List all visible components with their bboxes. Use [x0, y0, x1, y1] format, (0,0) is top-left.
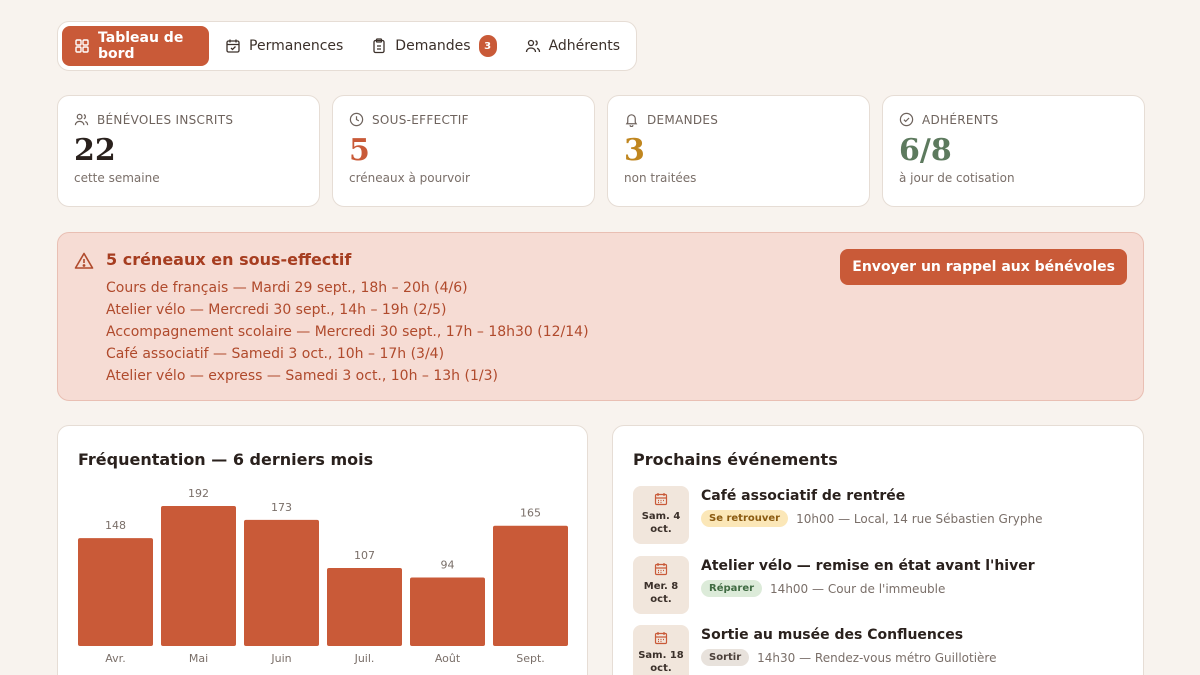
chart-category-label: Juin — [270, 652, 291, 665]
stat-label: DEMANDES — [647, 112, 719, 127]
event-item[interactable]: Mer. 8 oct. Atelier vélo — remise en éta… — [633, 556, 1133, 614]
event-day: Sam. 4 — [641, 511, 681, 522]
check-circle-icon — [899, 112, 914, 127]
stat-subtext: cette semaine — [74, 171, 160, 185]
upcoming-events-panel: Prochains événements Sam. 4 oct. Café as… — [612, 425, 1144, 675]
chart-data-label: 148 — [105, 519, 126, 532]
alert-item: Atelier vélo — express — Samedi 3 oct., … — [106, 368, 498, 384]
tab-label: Permanences — [249, 38, 344, 54]
alert-item: Café associatif — Samedi 3 oct., 10h – 1… — [106, 346, 445, 362]
event-meta: 14h00 — Cour de l'immeuble — [770, 581, 946, 596]
chart-category-label: Juil. — [354, 652, 375, 665]
grid-icon — [75, 39, 89, 53]
users-icon — [525, 39, 540, 53]
chart-bar — [410, 577, 485, 646]
event-tag: Se retrouver — [701, 510, 789, 527]
clock-icon — [349, 112, 364, 127]
stat-subtext: à jour de cotisation — [899, 171, 1015, 185]
stat-card-demandes: DEMANDES 3 non traitées — [607, 95, 870, 207]
chart-data-label: 94 — [441, 558, 455, 571]
calendar-icon — [654, 493, 668, 506]
users-icon — [74, 113, 89, 126]
event-month: oct. — [650, 663, 672, 674]
calendar-check-icon — [226, 39, 240, 53]
chart-data-label: 173 — [271, 501, 292, 514]
chart-bar — [327, 567, 402, 646]
chart-category-label: Sept. — [516, 652, 545, 665]
event-item[interactable]: Sam. 18 oct. Sortie au musée des Conflue… — [633, 625, 1133, 675]
chart-category-label: Août — [435, 652, 461, 665]
stat-card-sous-effectif: SOUS-EFFECTIF 5 créneaux à pourvoir — [332, 95, 595, 207]
chart-category-label: Mai — [189, 652, 208, 665]
send-reminder-button[interactable]: Envoyer un rappel aux bénévoles — [840, 249, 1127, 285]
alert-item: Accompagnement scolaire — Mercredi 30 se… — [106, 324, 589, 340]
demandes-count-badge: 3 — [478, 35, 497, 57]
warning-triangle-icon — [74, 252, 94, 269]
event-day: Mer. 8 — [643, 581, 679, 592]
event-name: Sortie au musée des Confluences — [701, 627, 964, 643]
chart-bar — [493, 525, 568, 646]
stat-value: 6/8 — [899, 133, 952, 168]
attendance-chart-panel: Fréquentation — 6 derniers mois 148 Avr. 1… — [57, 425, 588, 675]
event-meta: 14h30 — Rendez-vous métro Guillotière — [757, 650, 997, 665]
event-month: oct. — [650, 594, 672, 605]
event-name: Atelier vélo — remise en état avant l'hi… — [701, 558, 1035, 574]
stat-subtext: créneaux à pourvoir — [349, 171, 470, 185]
stat-card-adherents: ADHÉRENTS 6/8 à jour de cotisation — [882, 95, 1145, 207]
event-day: Sam. 18 — [638, 650, 684, 661]
chart-category-label: Avr. — [105, 652, 125, 665]
main-nav-tabs: Tableau de bord Permanences Demandes 3 A… — [57, 21, 637, 71]
alert-item: Cours de français — Mardi 29 sept., 18h … — [106, 280, 468, 296]
tab-permanences[interactable]: Permanences — [213, 26, 355, 66]
stat-value: 22 — [74, 133, 116, 168]
alert-title: 5 créneaux en sous-effectif — [106, 250, 352, 269]
stat-value: 3 — [624, 133, 645, 168]
tab-label: Tableau de bord — [98, 30, 184, 62]
chart-data-label: 107 — [354, 549, 375, 562]
stat-value: 5 — [349, 133, 370, 168]
chart-bar — [244, 519, 319, 646]
calendar-icon — [654, 632, 668, 645]
tab-dashboard[interactable]: Tableau de bord — [62, 26, 210, 66]
stat-label: SOUS-EFFECTIF — [372, 112, 469, 127]
event-tag: Sortir — [701, 649, 750, 666]
event-date: Sam. 4 oct. — [633, 486, 689, 544]
chart-data-label: 165 — [520, 507, 541, 520]
chart-bar — [78, 538, 153, 646]
tab-label: Demandes — [395, 38, 471, 54]
events-title: Prochains événements — [633, 450, 838, 469]
alert-item: Atelier vélo — Mercredi 30 sept., 14h – … — [106, 302, 447, 318]
stat-label: ADHÉRENTS — [922, 112, 999, 127]
event-meta: 10h00 — Local, 14 rue Sébastien Gryphe — [796, 511, 1043, 526]
clipboard-icon — [373, 38, 385, 54]
event-month: oct. — [650, 524, 672, 535]
event-item[interactable]: Sam. 4 oct. Café associatif de rentrée S… — [633, 486, 1133, 544]
alert-list: Cours de français — Mardi 29 sept., 18h … — [106, 277, 589, 387]
stat-subtext: non traitées — [624, 171, 697, 185]
bell-icon — [625, 114, 638, 127]
tab-demandes[interactable]: Demandes 3 — [359, 26, 508, 66]
tab-adherents[interactable]: Adhérents — [513, 26, 632, 66]
stat-card-benevoles: BÉNÉVOLES INSCRITS 22 cette semaine — [57, 95, 320, 207]
event-date: Sam. 18 oct. — [633, 625, 689, 675]
event-date: Mer. 8 oct. — [633, 556, 689, 614]
tab-label: Adhérents — [548, 38, 620, 54]
calendar-icon — [654, 563, 668, 576]
stat-label: BÉNÉVOLES INSCRITS — [97, 112, 234, 127]
event-name: Café associatif de rentrée — [701, 488, 906, 504]
attendance-bar-chart: 148 Avr. 192 Mai 173 Juin 107 Juil. 94 Août 165 Sep… — [78, 487, 568, 665]
chart-data-label: 192 — [188, 487, 209, 500]
chart-bar — [161, 506, 236, 646]
event-tag: Réparer — [701, 580, 763, 597]
understaffed-alert: 5 créneaux en sous-effectif Cours de fra… — [57, 232, 1144, 401]
